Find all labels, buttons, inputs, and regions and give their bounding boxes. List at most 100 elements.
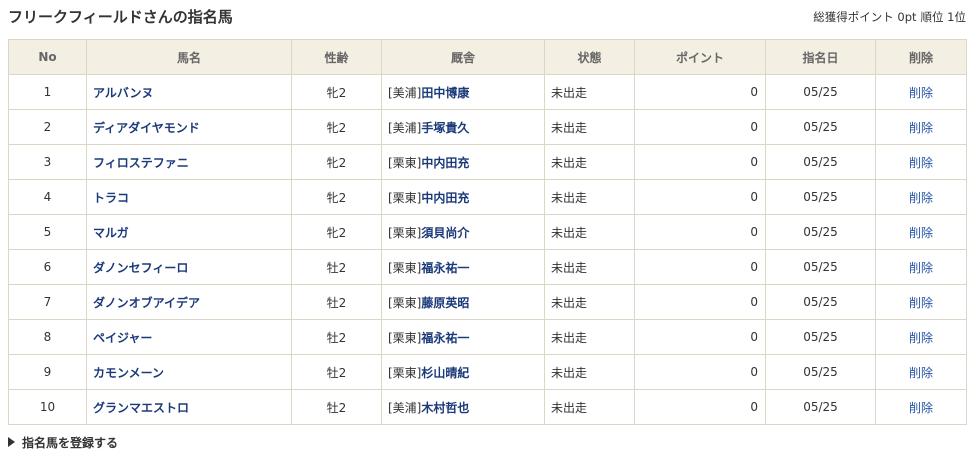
page-title: フリークフィールドさんの指名馬 [8,8,233,26]
delete-link[interactable]: 削除 [909,86,933,100]
horse-name-link[interactable]: トラコ [93,191,129,205]
table-row: 2 ディアダイヤモンド 牝2 [美浦]手塚貴久 未出走 0 05/25 削除 [8,109,967,145]
trainer-link[interactable]: 福永祐一 [421,261,469,275]
trainer-link[interactable]: 須貝尚介 [421,226,469,240]
stable-cell: [栗東]藤原英昭 [381,284,545,320]
row-point: 0 [634,249,766,285]
row-sex-age: 牝2 [291,74,382,110]
table-body: 1 アルバンヌ 牝2 [美浦]田中博康 未出走 0 05/25 削除 2 ディア… [8,74,967,425]
delete-link[interactable]: 削除 [909,296,933,310]
row-status: 未出走 [544,249,635,285]
horse-name-link[interactable]: グランマエストロ [93,401,189,415]
row-status: 未出走 [544,109,635,145]
trainer-link[interactable]: 杉山晴紀 [421,366,469,380]
row-point: 0 [634,319,766,355]
row-point: 0 [634,354,766,390]
delete-cell: 削除 [875,284,967,320]
delete-cell: 削除 [875,179,967,215]
row-status: 未出走 [544,354,635,390]
row-date: 05/25 [765,319,876,355]
trainer-link[interactable]: 木村哲也 [421,401,469,415]
table-row: 4 トラコ 牝2 [栗東]中内田充 未出走 0 05/25 削除 [8,179,967,215]
name-cell: ディアダイヤモンド [86,109,292,145]
column-header-delete: 削除 [875,39,967,75]
horse-name-link[interactable]: ディアダイヤモンド [93,121,200,135]
row-date: 05/25 [765,109,876,145]
delete-link[interactable]: 削除 [909,331,933,345]
row-status: 未出走 [544,319,635,355]
delete-link[interactable]: 削除 [909,226,933,240]
trainer-link[interactable]: 中内田充 [421,156,469,170]
row-point: 0 [634,179,766,215]
row-point: 0 [634,109,766,145]
name-cell: トラコ [86,179,292,215]
row-status: 未出走 [544,284,635,320]
stable-cell: [美浦]手塚貴久 [381,109,545,145]
stable-region: [栗東] [388,190,422,205]
stable-region: [栗東] [388,155,422,170]
total-points: 総獲得ポイント 0pt [813,10,917,24]
trainer-link[interactable]: 藤原英昭 [421,296,469,310]
name-cell: グランマエストロ [86,389,292,425]
row-status: 未出走 [544,179,635,215]
row-sex-age: 牡2 [291,354,382,390]
stable-region: [栗東] [388,365,422,380]
row-no: 4 [8,179,87,215]
row-no: 7 [8,284,87,320]
delete-link[interactable]: 削除 [909,366,933,380]
row-status: 未出走 [544,74,635,110]
horse-name-link[interactable]: フィロステファニ [93,156,189,170]
row-sex-age: 牡2 [291,249,382,285]
stable-region: [美浦] [388,85,422,100]
trainer-link[interactable]: 福永祐一 [421,331,469,345]
stable-region: [美浦] [388,120,422,135]
row-sex-age: 牝2 [291,144,382,180]
table-row: 10 グランマエストロ 牡2 [美浦]木村哲也 未出走 0 05/25 削除 [8,389,967,425]
stable-cell: [栗東]須貝尚介 [381,214,545,250]
horse-name-link[interactable]: アルバンヌ [93,86,153,100]
row-point: 0 [634,144,766,180]
delete-link[interactable]: 削除 [909,191,933,205]
column-header-no: No [8,39,87,75]
horse-name-link[interactable]: マルガ [93,226,129,240]
row-sex-age: 牝2 [291,214,382,250]
horse-name-link[interactable]: ダノンオブアイデア [93,296,200,310]
delete-link[interactable]: 削除 [909,156,933,170]
delete-cell: 削除 [875,354,967,390]
table-row: 9 カモンメーン 牡2 [栗東]杉山晴紀 未出走 0 05/25 削除 [8,354,967,390]
stable-region: [美浦] [388,400,422,415]
delete-link[interactable]: 削除 [909,121,933,135]
column-header-status: 状態 [544,39,635,75]
row-no: 10 [8,389,87,425]
table-row: 6 ダノンセフィーロ 牡2 [栗東]福永祐一 未出走 0 05/25 削除 [8,249,967,285]
row-date: 05/25 [765,179,876,215]
row-status: 未出走 [544,389,635,425]
row-date: 05/25 [765,284,876,320]
trainer-link[interactable]: 田中博康 [421,86,469,100]
trainer-link[interactable]: 手塚貴久 [421,121,469,135]
row-date: 05/25 [765,354,876,390]
name-cell: ダノンセフィーロ [86,249,292,285]
register-horse-link[interactable]: 指名馬を登録する [8,433,118,451]
points-summary: 総獲得ポイント 0pt 順位 1位 [813,8,966,26]
trainer-link[interactable]: 中内田充 [421,191,469,205]
row-status: 未出走 [544,144,635,180]
stable-cell: [栗東]福永祐一 [381,319,545,355]
name-cell: アルバンヌ [86,74,292,110]
column-header-date: 指名日 [765,39,876,75]
column-header-sex-age: 性齢 [291,39,382,75]
row-no: 8 [8,319,87,355]
horse-name-link[interactable]: ペイジャー [93,331,152,345]
horse-name-link[interactable]: カモンメーン [93,366,164,380]
row-date: 05/25 [765,144,876,180]
delete-link[interactable]: 削除 [909,261,933,275]
delete-link[interactable]: 削除 [909,401,933,415]
stable-region: [栗東] [388,260,422,275]
row-status: 未出走 [544,214,635,250]
triangle-right-icon [8,437,15,447]
stable-region: [栗東] [388,295,422,310]
row-no: 9 [8,354,87,390]
table-row: 1 アルバンヌ 牝2 [美浦]田中博康 未出走 0 05/25 削除 [8,74,967,110]
delete-cell: 削除 [875,214,967,250]
horse-name-link[interactable]: ダノンセフィーロ [93,261,188,275]
